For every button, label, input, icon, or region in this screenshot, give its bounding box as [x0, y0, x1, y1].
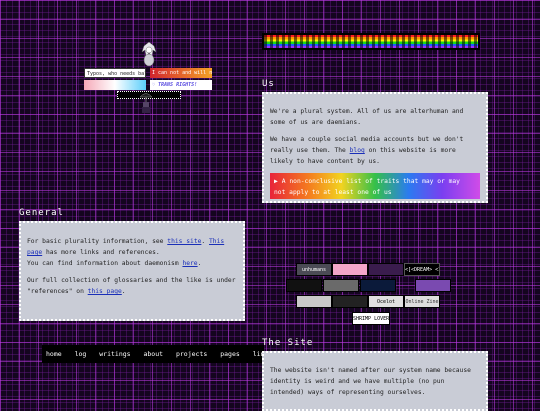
paw-button[interactable] [368, 263, 404, 276]
nav-projects[interactable]: projects [176, 350, 207, 358]
general-text: For basic plurality information, see [27, 238, 168, 245]
us-panel: We're a plural system. All of us are alt… [262, 92, 488, 203]
dream-html-button[interactable]: <[<DREAM> <IF><HTML>] [404, 263, 440, 276]
nav-pages[interactable]: pages [220, 350, 240, 358]
us-paragraph-1: We're a plural system. All of us are alt… [270, 108, 464, 126]
trans-flag-stamp [84, 80, 146, 90]
general-paragraph-2: Our full collection of glossaries and th… [27, 275, 237, 297]
references-page-link[interactable]: this page [88, 288, 122, 295]
online-zine-button[interactable]: Online Zine [404, 295, 440, 308]
cant-stamp: I can not and will not [150, 68, 212, 78]
pink-button[interactable] [332, 263, 368, 276]
nav-home[interactable]: home [46, 350, 62, 358]
rainbow-checker-banner [262, 33, 480, 50]
eyes-button[interactable] [286, 279, 322, 292]
blog-link[interactable]: blog [350, 147, 365, 154]
general-text: . [201, 238, 209, 245]
trans-rights-stamp: ♡ TRANS RIGHTS! [150, 80, 212, 90]
pixel-sprite-icon [142, 102, 150, 113]
nav-writings[interactable]: writings [99, 350, 130, 358]
this-site-link[interactable]: this site [167, 238, 201, 245]
dark-button[interactable] [332, 295, 368, 308]
general-text: . [121, 288, 126, 295]
winged-mascot-icon [141, 41, 157, 67]
general-text: You can find information about daemonism [27, 260, 183, 267]
nav-about[interactable]: about [143, 350, 163, 358]
section-title-general: General [19, 208, 64, 218]
general-text: Our full collection of glossaries and th… [27, 277, 236, 295]
typos-stamp: Typos, who needs balog [84, 68, 146, 78]
general-paragraph-1: For basic plurality information, see thi… [27, 236, 237, 269]
traits-details-toggle[interactable]: ▶ A non-conclusive list of traits that ma… [270, 173, 480, 199]
us-paragraph-2: We have a couple social media accounts b… [270, 134, 480, 167]
shrimp-lovers-button[interactable]: SHRIMP LOVERS PLANET [352, 312, 390, 325]
dark-blue-button[interactable] [360, 279, 396, 292]
daemonism-link[interactable]: here [182, 260, 197, 267]
site-paragraph-1: The website isn't named after our system… [270, 367, 471, 396]
ocelot-button[interactable]: Ocelot [368, 295, 404, 308]
traits-summary: A non-conclusive list of traits that may… [274, 178, 460, 196]
unhumans-button[interactable]: unhumans [296, 263, 332, 276]
gray-light-button[interactable] [296, 295, 332, 308]
general-text: . [197, 260, 202, 267]
purple-button[interactable] [415, 279, 451, 292]
main-nav: home log writings about projects pages l… [42, 345, 264, 363]
gray-button[interactable] [323, 279, 359, 292]
general-panel: For basic plurality information, see thi… [19, 221, 245, 321]
section-title-us: Us [262, 79, 275, 89]
section-title-site: The Site [262, 338, 314, 348]
general-text: has more links and references. [42, 249, 160, 256]
site-panel: The website isn't named after our system… [262, 351, 488, 411]
caret-right-icon: ▶ [274, 178, 278, 185]
nav-log[interactable]: log [75, 350, 87, 358]
